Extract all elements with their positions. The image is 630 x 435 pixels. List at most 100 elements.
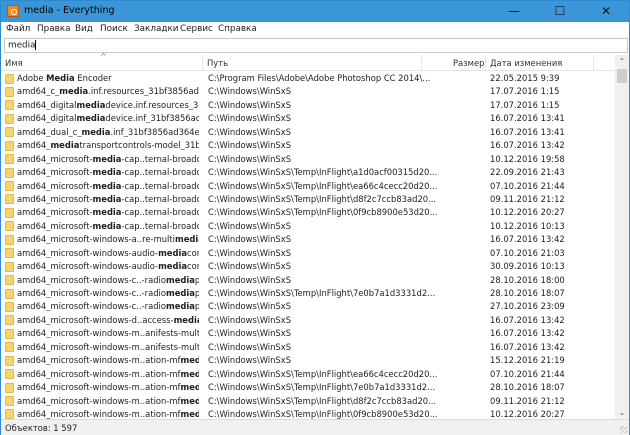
file-path: C:\Windows\WinSxS\Temp\InFlight\7e0b7a1d…	[208, 288, 436, 298]
table-row[interactable]: amd64_microsoft-windows-c..-radiomediapr…	[1, 300, 615, 313]
name-match: media	[76, 113, 106, 124]
name-part: -cap..ternal-broadcast...	[121, 153, 199, 164]
folder-icon	[5, 301, 14, 312]
file-date: 28.10.2016 18:07	[490, 288, 565, 298]
table-row[interactable]: amd64_microsoft-windows-c..-radiomediapr…	[1, 287, 615, 300]
file-date: 10.12.2016 10:13	[490, 220, 565, 231]
menu-tools[interactable]: Сервис	[180, 24, 213, 34]
table-row[interactable]: amd64_microsoft-media-cap..ternal-broadc…	[1, 193, 615, 206]
table-row[interactable]: amd64_microsoft-windows-m..ation-mfmedia…	[1, 354, 615, 367]
scroll-up-icon[interactable]: ⌃	[615, 57, 629, 66]
name-part: amd64_microsoft-	[17, 220, 93, 231]
name-part: amd64_microsoft-windows-m..anifests-mult…	[17, 328, 199, 339]
file-date: 28.10.2016 18:00	[490, 274, 565, 285]
table-row[interactable]: amd64_microsoft-windows-d..access-mediam…	[1, 314, 615, 327]
file-date: 17.07.2016 1:15	[490, 99, 560, 110]
folder-icon	[5, 127, 14, 138]
folder-icon	[5, 342, 14, 353]
object-count: Объектов: 1 597	[5, 423, 78, 433]
name-part: amd64_microsoft-windows-m..ation-mf	[17, 408, 181, 419]
column-name[interactable]: Имя	[5, 58, 23, 68]
folder-icon	[5, 261, 14, 272]
name-part: .inf.resources_31bf3856ad364e3...	[88, 86, 199, 97]
table-row[interactable]: Adobe Media Encoder C:\Program Files\Ado…	[1, 72, 615, 85]
file-path: C:\Windows\WinSxS	[208, 328, 292, 339]
menu-bookmarks[interactable]: Закладки	[134, 24, 178, 34]
name-part: -cap..ternal-broadcast...	[121, 207, 199, 218]
menu-file[interactable]: Файл	[6, 24, 30, 34]
maximize-button[interactable]: ☐	[537, 1, 583, 22]
search-input[interactable]: media	[4, 38, 628, 53]
table-row[interactable]: amd64_microsoft-windows-audio-mediacontr…	[1, 247, 615, 260]
column-path[interactable]: Путь	[207, 58, 228, 68]
close-button[interactable]: ✕	[583, 1, 629, 22]
scroll-thumb[interactable]	[617, 69, 627, 83]
table-row[interactable]: amd64_microsoft-windows-m..ation-mfmedia…	[1, 395, 615, 408]
file-date: 16.07.2016 13:42	[490, 328, 565, 339]
sort-ascending-icon: ^	[100, 52, 107, 61]
file-path: C:\Windows\WinSxS	[208, 99, 292, 110]
menu-search[interactable]: Поиск	[100, 24, 128, 34]
file-date: 07.10.2016 21:44	[490, 180, 565, 191]
name-part: prov...	[194, 301, 199, 312]
table-row[interactable]: amd64_microsoft-media-cap..ternal-broadc…	[1, 206, 615, 219]
menu-view[interactable]: Вид	[75, 24, 93, 34]
name-match: media	[158, 261, 187, 272]
table-row[interactable]: amd64_microsoft-media-cap..ternal-broadc…	[1, 166, 615, 179]
name-match: Media	[46, 73, 75, 83]
name-part: amd64_microsoft-windows-m..anifests-mult…	[17, 341, 199, 352]
file-path: C:\Windows\WinSxS\Temp\InFlight\ea66c4ce…	[208, 180, 438, 191]
table-row[interactable]: amd64_microsoft-windows-m..ation-mfmedia…	[1, 368, 615, 381]
table-row[interactable]: amd64_microsoft-windows-m..ation-mfmedia…	[1, 381, 615, 394]
table-row[interactable]: amd64_microsoft-media-cap..ternal-broadc…	[1, 153, 615, 166]
table-row[interactable]: amd64_microsoft-windows-m..anifests-mult…	[1, 341, 615, 354]
name-part: amd64_microsoft-	[17, 167, 93, 178]
resize-grip-icon[interactable]	[620, 426, 627, 433]
file-date: 09.11.2016 21:12	[490, 395, 565, 406]
scroll-down-icon[interactable]: ⌄	[615, 408, 629, 417]
table-row[interactable]: amd64_microsoft-windows-c..-radiomediapr…	[1, 274, 615, 287]
name-part: amd64_microsoft-windows-m..ation-mf	[17, 395, 181, 406]
name-match: media	[92, 153, 122, 164]
table-row[interactable]: amd64_mediatransportcontrols-model_31bf3…	[1, 139, 615, 152]
file-name: amd64_microsoft-windows-m..ation-mfmedia…	[17, 409, 199, 419]
name-match: media	[92, 207, 122, 218]
file-name: amd64_microsoft-windows-m..anifests-mult…	[17, 328, 199, 338]
name-match: media	[92, 220, 122, 231]
folder-icon	[5, 234, 14, 245]
minimize-button[interactable]: —	[491, 1, 537, 22]
name-match: media	[92, 180, 122, 191]
menu-help[interactable]: Справка	[218, 24, 257, 34]
file-name: amd64_microsoft-media-cap..ternal-broadc…	[17, 154, 199, 164]
table-row[interactable]: amd64_microsoft-windows-m..ation-mfmedia…	[1, 408, 615, 419]
file-name: amd64_digitalmediadevice.inf.resources_3…	[17, 100, 199, 110]
table-row[interactable]: amd64_c_media.inf.resources_31bf3856ad36…	[1, 85, 615, 98]
folder-icon	[5, 315, 14, 326]
name-match: media	[76, 99, 106, 110]
file-date: 10.12.2016 20:27	[490, 207, 565, 218]
file-path: C:\Windows\WinSxS	[208, 247, 292, 258]
table-row[interactable]: amd64_digitalmediadevice.inf.resources_3…	[1, 99, 615, 112]
file-date: 16.07.2016 13:42	[490, 234, 565, 245]
table-row[interactable]: amd64_dual_c_media.inf_31bf3856ad364e35_…	[1, 126, 615, 139]
name-part: amd64_microsoft-windows-audio-	[17, 247, 159, 258]
vertical-scrollbar[interactable]: ⌃ ⌄	[615, 55, 629, 419]
table-row[interactable]: amd64_microsoft-windows-audio-mediacontr…	[1, 260, 615, 273]
file-path: C:\Windows\WinSxS	[208, 341, 292, 352]
table-row[interactable]: amd64_digitalmediadevice.inf_31bf3856ad3…	[1, 112, 615, 125]
table-row[interactable]: amd64_microsoft-media-cap..ternal-broadc…	[1, 180, 615, 193]
menu-edit[interactable]: Правка	[37, 24, 70, 34]
file-name: Adobe Media Encoder	[17, 73, 199, 83]
table-row[interactable]: amd64_microsoft-media-cap..ternal-broadc…	[1, 220, 615, 233]
column-size[interactable]: Размер	[453, 58, 484, 68]
table-row[interactable]: amd64_microsoft-windows-m..anifests-mult…	[1, 327, 615, 340]
table-row[interactable]: amd64_microsoft-windows-a..re-multimedia…	[1, 233, 615, 246]
file-name: amd64_microsoft-media-cap..ternal-broadc…	[17, 181, 199, 191]
file-name: amd64_microsoft-windows-m..anifests-mult…	[17, 342, 199, 352]
folder-icon	[5, 154, 14, 165]
column-date[interactable]: Дата изменения	[490, 58, 562, 68]
name-part: amd64_microsoft-	[17, 207, 93, 218]
file-name: amd64_microsoft-windows-m..ation-mfmedia…	[17, 355, 199, 365]
name-part: -cap..ternal-broadcast...	[121, 220, 199, 231]
name-match: media	[165, 288, 195, 298]
